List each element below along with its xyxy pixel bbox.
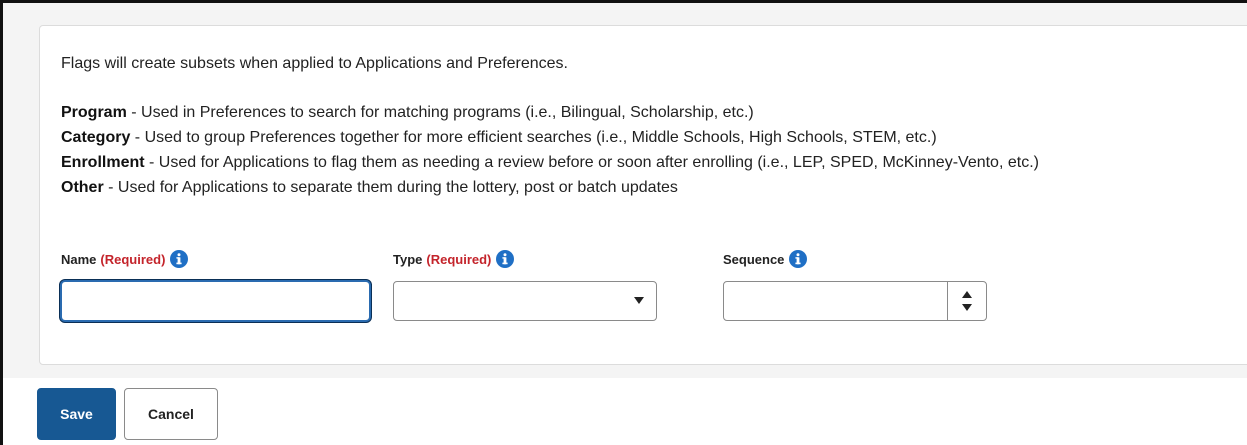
definition-term: Category xyxy=(61,129,131,146)
definition-other: Other - Used for Applications to separat… xyxy=(61,178,678,198)
cancel-button[interactable]: Cancel xyxy=(124,388,218,440)
info-icon[interactable] xyxy=(170,250,189,268)
type-field-label: Type (Required) xyxy=(393,250,515,268)
intro-text: Flags will create subsets when applied t… xyxy=(61,55,568,72)
definition-term: Other xyxy=(61,179,104,196)
flag-editor-panel: Flags will create subsets when applied t… xyxy=(39,25,1247,365)
caret-up-icon[interactable] xyxy=(961,289,973,299)
definition-category: Category - Used to group Preferences tog… xyxy=(61,128,937,148)
name-label-text: Name xyxy=(61,251,97,267)
info-icon[interactable] xyxy=(789,250,808,268)
required-indicator: (Required) xyxy=(426,251,492,267)
sequence-label-text: Sequence xyxy=(723,251,785,267)
name-input[interactable] xyxy=(60,280,371,322)
content-background: Flags will create subsets when applied t… xyxy=(3,3,1247,378)
caret-down-icon[interactable] xyxy=(961,303,973,313)
sequence-stepper[interactable] xyxy=(947,282,986,320)
sequence-field-label: Sequence xyxy=(723,250,808,268)
definition-text: - Used for Applications to separate them… xyxy=(103,179,678,196)
sequence-input[interactable] xyxy=(723,281,987,321)
definition-term: Enrollment xyxy=(61,154,145,171)
definition-program: Program - Used in Preferences to search … xyxy=(61,103,754,123)
definition-enrollment: Enrollment - Used for Applications to fl… xyxy=(61,153,1039,173)
definition-term: Program xyxy=(61,104,127,121)
info-icon[interactable] xyxy=(496,250,515,268)
save-button[interactable]: Save xyxy=(37,388,116,440)
definition-text: - Used to group Preferences together for… xyxy=(130,129,937,146)
required-indicator: (Required) xyxy=(100,251,166,267)
type-label-text: Type xyxy=(393,251,423,267)
name-field-label: Name (Required) xyxy=(61,250,189,268)
caret-down-icon xyxy=(634,297,644,304)
type-select[interactable] xyxy=(393,281,657,321)
definition-text: - Used in Preferences to search for matc… xyxy=(126,104,754,121)
definition-text: - Used for Applications to flag them as … xyxy=(144,154,1039,171)
